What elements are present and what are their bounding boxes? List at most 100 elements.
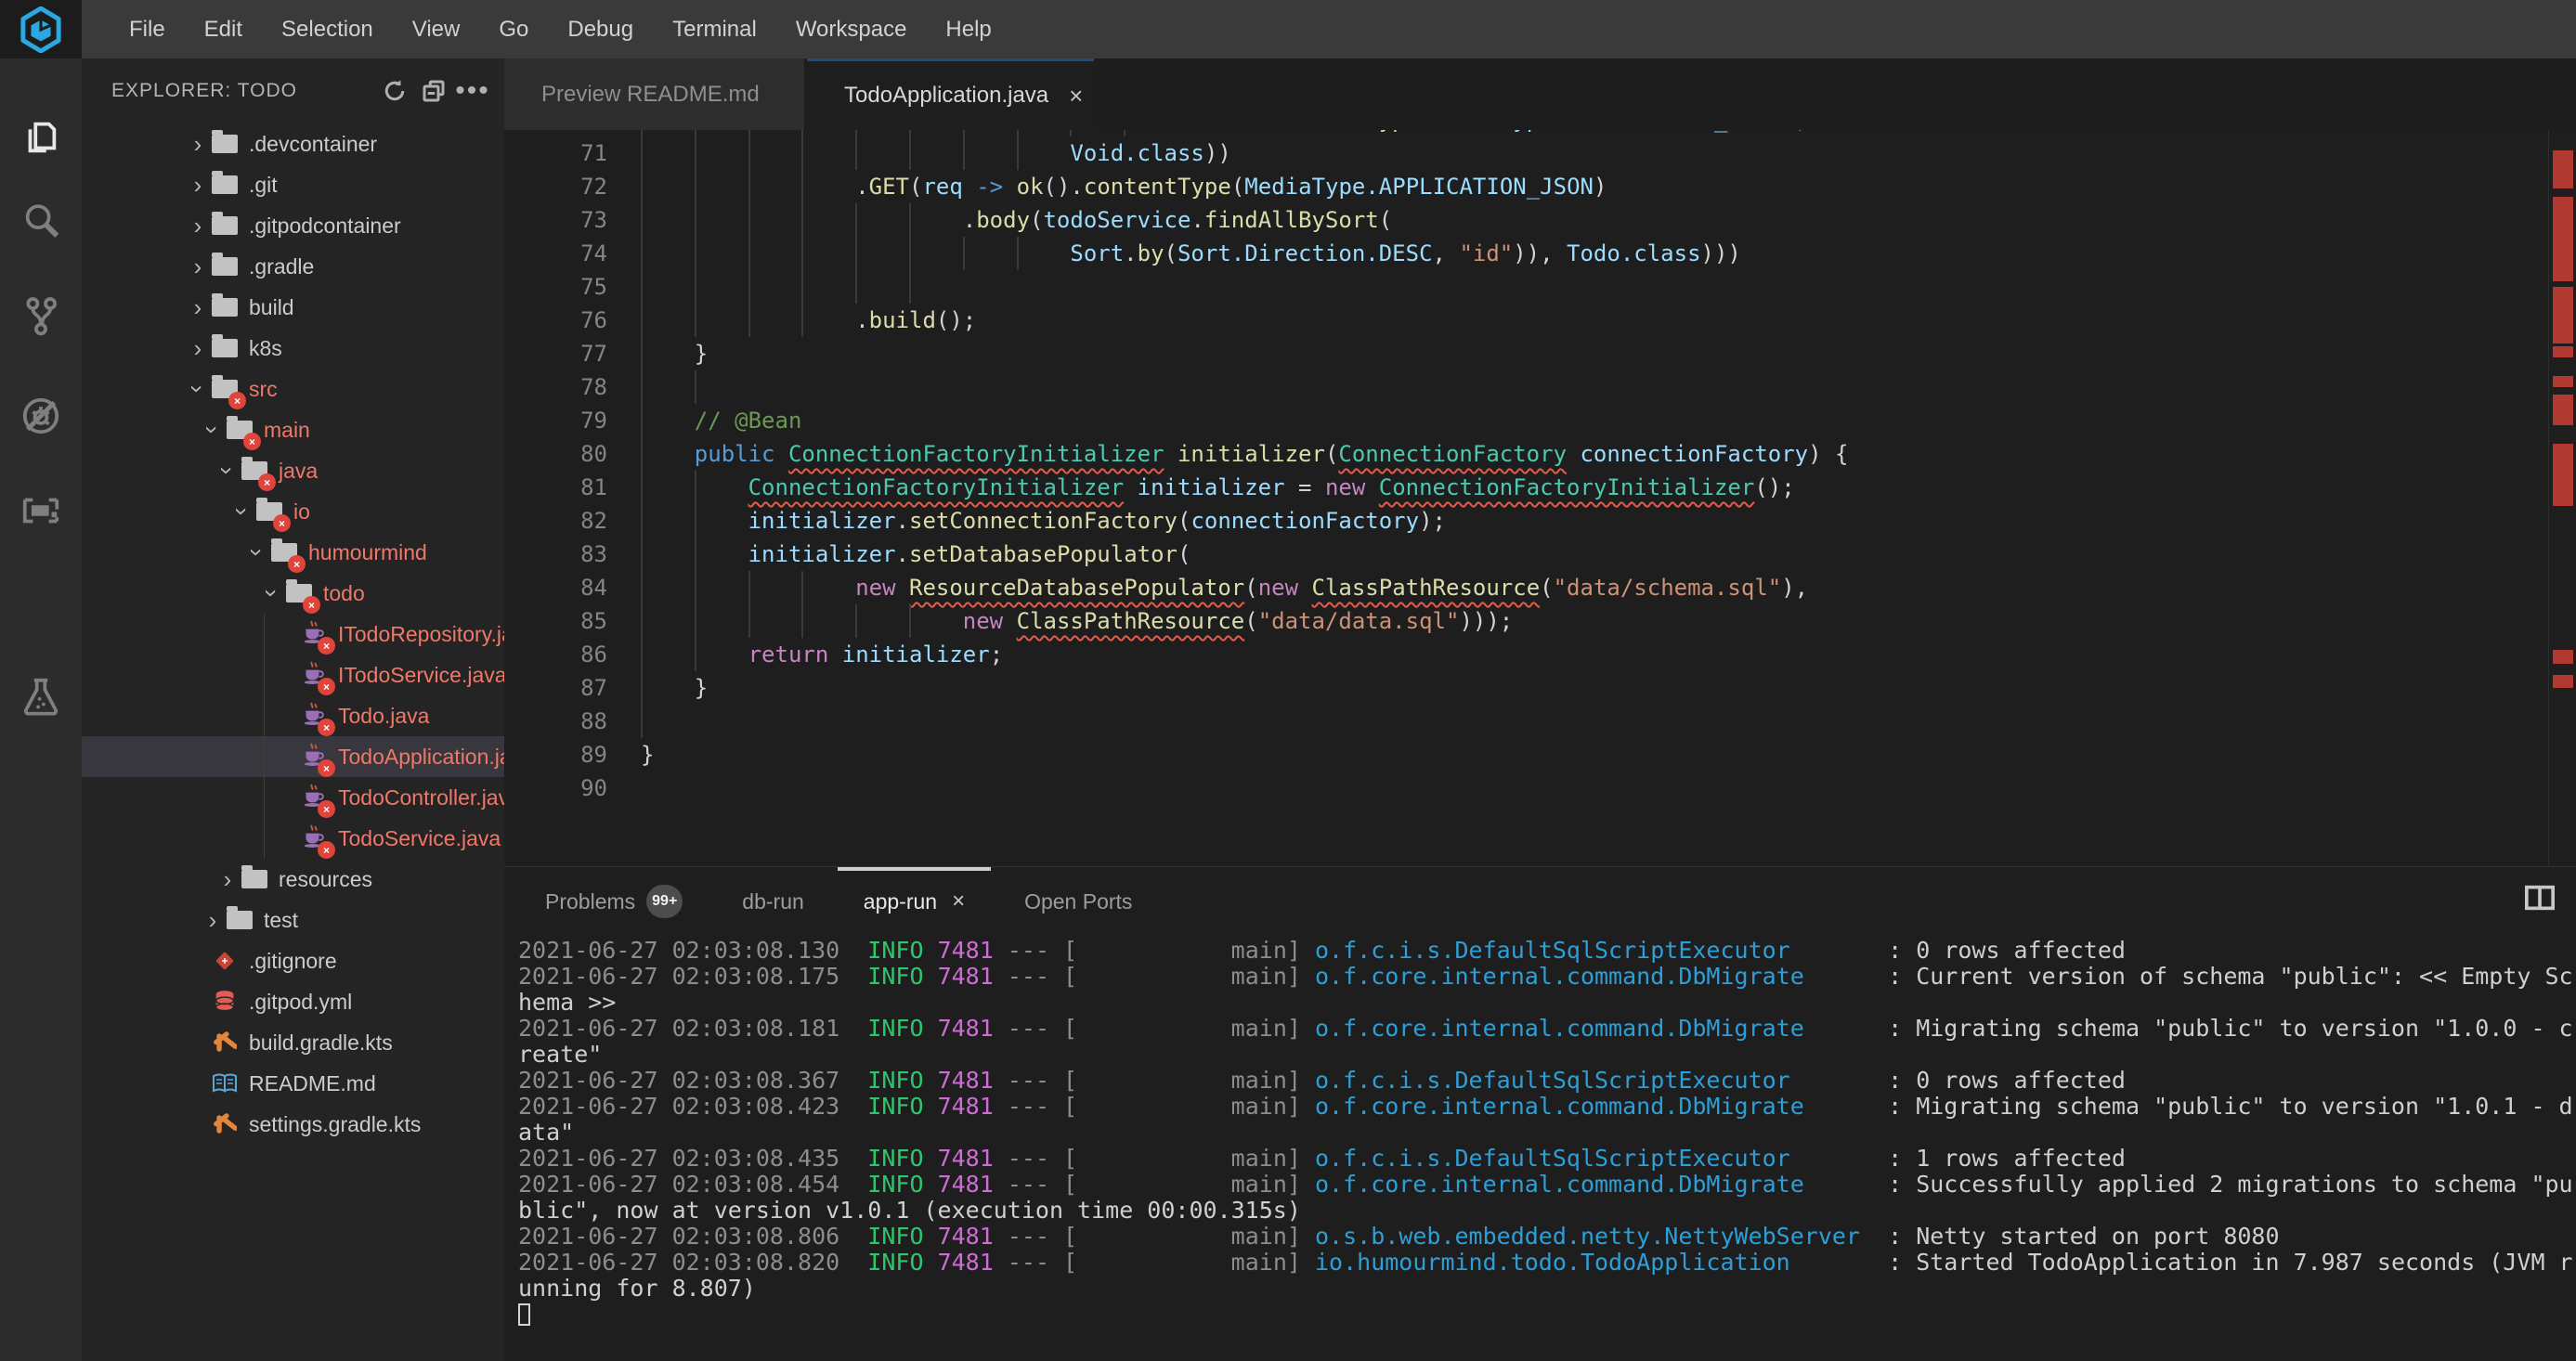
token: )));	[1459, 608, 1513, 634]
token: req	[922, 174, 962, 200]
token: return	[748, 642, 829, 668]
tree-item-io[interactable]: ›×io	[82, 491, 504, 532]
activity-item-source-control[interactable]	[15, 290, 67, 342]
chevron-right-icon[interactable]: ›	[186, 173, 210, 197]
overview-ruler[interactable]	[2548, 130, 2576, 866]
tree-item-build-gradle-kts[interactable]: build.gradle.kts	[82, 1022, 504, 1063]
menu-help[interactable]: Help	[926, 17, 1010, 43]
panel-tab-problems[interactable]: Problems99+	[519, 867, 709, 932]
menu-go[interactable]: Go	[479, 17, 548, 43]
tree-item-humourmind[interactable]: ›×humourmind	[82, 532, 504, 573]
token: ResourceDatabasePopulator	[909, 575, 1244, 601]
chevron-down-icon[interactable]: ›	[230, 499, 254, 524]
activity-item-test[interactable]	[15, 670, 67, 722]
chevron-right-icon[interactable]: ›	[215, 867, 240, 891]
menu-edit[interactable]: Edit	[185, 17, 262, 43]
tree-item--gitignore[interactable]: .gitignore	[82, 940, 504, 981]
tree-item--gitpod-yml[interactable]: .gitpod.yml	[82, 981, 504, 1022]
menu-workspace[interactable]: Workspace	[776, 17, 927, 43]
token: initializer	[842, 642, 990, 668]
chevron-right-icon[interactable]: ›	[201, 908, 225, 932]
menu-file[interactable]: File	[110, 17, 185, 43]
refresh-icon[interactable]	[378, 74, 411, 108]
collapse-all-icon[interactable]	[417, 74, 450, 108]
line-number: 75	[504, 270, 641, 304]
tree-item-src[interactable]: ›×src	[82, 369, 504, 409]
tree-item-label: .gitpod.yml	[249, 990, 352, 1015]
indent-guide	[641, 571, 695, 604]
token: .	[855, 174, 868, 200]
terminal-segment: 2021-06-27 02:03:08.806	[518, 1223, 839, 1250]
tree-item--devcontainer[interactable]: › .devcontainer	[82, 123, 504, 164]
chevron-right-icon[interactable]: ›	[186, 132, 210, 156]
chevron-down-icon[interactable]: ›	[186, 377, 210, 401]
error-badge: ×	[318, 800, 335, 818]
activity-item-search[interactable]	[15, 195, 67, 247]
terminal-segment: --- [ main]	[994, 1093, 1315, 1120]
chevron-down-icon[interactable]: ›	[260, 581, 284, 605]
menu-selection[interactable]: Selection	[262, 17, 393, 43]
tree-item--gitpodcontainer[interactable]: ›.gitpodcontainer	[82, 205, 504, 246]
close-tab-icon[interactable]: ×	[952, 888, 965, 914]
activity-bar	[0, 58, 82, 1361]
tree-item--gradle[interactable]: ›.gradle	[82, 246, 504, 287]
editor-tab-todoapplication-java[interactable]: TodoApplication.java×	[807, 58, 1094, 130]
tree-item-todo-java[interactable]: ×Todo.java	[82, 695, 504, 736]
editor-tab-preview-readme-md[interactable]: Preview README.md	[504, 58, 804, 130]
panel-tab-open-ports[interactable]: Open Ports	[998, 867, 1158, 932]
chevron-down-icon[interactable]: ›	[245, 540, 269, 564]
token: (	[909, 174, 922, 200]
tree-item-itodorepository-java[interactable]: ×ITodoRepository.java	[82, 614, 504, 655]
code-editor[interactable]: ok().contentType(MediaType.APPLICATION_J…	[504, 130, 2576, 866]
error-badge: ×	[303, 596, 320, 614]
token: initializer	[748, 508, 896, 534]
chevron-right-icon[interactable]: ›	[186, 254, 210, 279]
tree-item-build[interactable]: ›build	[82, 287, 504, 328]
problems-count-badge: 99+	[646, 885, 683, 918]
token: );	[1419, 508, 1446, 534]
tree-item-todoapplication-java[interactable]: ×TodoApplication.java	[82, 736, 504, 777]
more-actions-icon[interactable]: •••	[456, 74, 489, 108]
chevron-down-icon[interactable]: ›	[201, 418, 225, 442]
activity-item-debug[interactable]	[15, 390, 67, 442]
tree-item-resources[interactable]: ›resources	[82, 859, 504, 900]
code-text: return initializer;	[641, 638, 2548, 671]
terminal-output[interactable]: 2021-06-27 02:03:08.130 INFO 7481 --- [ …	[504, 932, 2576, 1361]
terminal-segment	[924, 1015, 938, 1042]
token: new	[1258, 575, 1298, 601]
tree-item-readme-md[interactable]: README.md	[82, 1063, 504, 1104]
token: ok	[1204, 130, 1231, 133]
error-mark	[2553, 650, 2573, 664]
close-tab-icon[interactable]: ×	[1069, 82, 1083, 110]
split-panel-icon[interactable]	[2524, 884, 2556, 916]
chevron-down-icon[interactable]: ›	[215, 459, 240, 483]
menu-view[interactable]: View	[393, 17, 480, 43]
tree-item-todocontroller-java[interactable]: ×TodoController.java	[82, 777, 504, 818]
menu-terminal[interactable]: Terminal	[653, 17, 776, 43]
indent-guide	[801, 237, 855, 270]
menu-debug[interactable]: Debug	[548, 17, 653, 43]
tree-item-main[interactable]: ›×main	[82, 409, 504, 450]
terminal-segment: INFO	[867, 1145, 923, 1172]
chevron-right-icon[interactable]: ›	[186, 295, 210, 319]
tree-item-test[interactable]: ›test	[82, 900, 504, 940]
tree-item-settings-gradle-kts[interactable]: settings.gradle.kts	[82, 1104, 504, 1145]
chevron-right-icon[interactable]: ›	[186, 336, 210, 360]
tree-item--git[interactable]: ›.git	[82, 164, 504, 205]
activity-item-files[interactable]	[15, 111, 67, 163]
tree-item-k8s[interactable]: ›k8s	[82, 328, 504, 369]
panel-tab-db-run[interactable]: db-run	[716, 867, 829, 932]
indent-guide	[641, 604, 695, 638]
chevron-right-icon[interactable]: ›	[186, 214, 210, 238]
line-number: 76	[504, 304, 641, 337]
tree-item-java[interactable]: ›×java	[82, 450, 504, 491]
panel-tab-app-run[interactable]: app-run×	[838, 867, 991, 932]
debug-icon	[20, 395, 62, 437]
tree-item-todo[interactable]: ›×todo	[82, 573, 504, 614]
activity-item-plugins[interactable]	[15, 485, 67, 537]
readme-file-icon	[210, 1069, 240, 1098]
tree-item-label: TodoApplication.java	[338, 745, 504, 770]
tree-item-todoservice-java[interactable]: ×TodoService.java	[82, 818, 504, 859]
tree-item-itodoservice-java[interactable]: ×ITodoService.java	[82, 655, 504, 695]
tree-item-label: .devcontainer	[249, 132, 377, 157]
